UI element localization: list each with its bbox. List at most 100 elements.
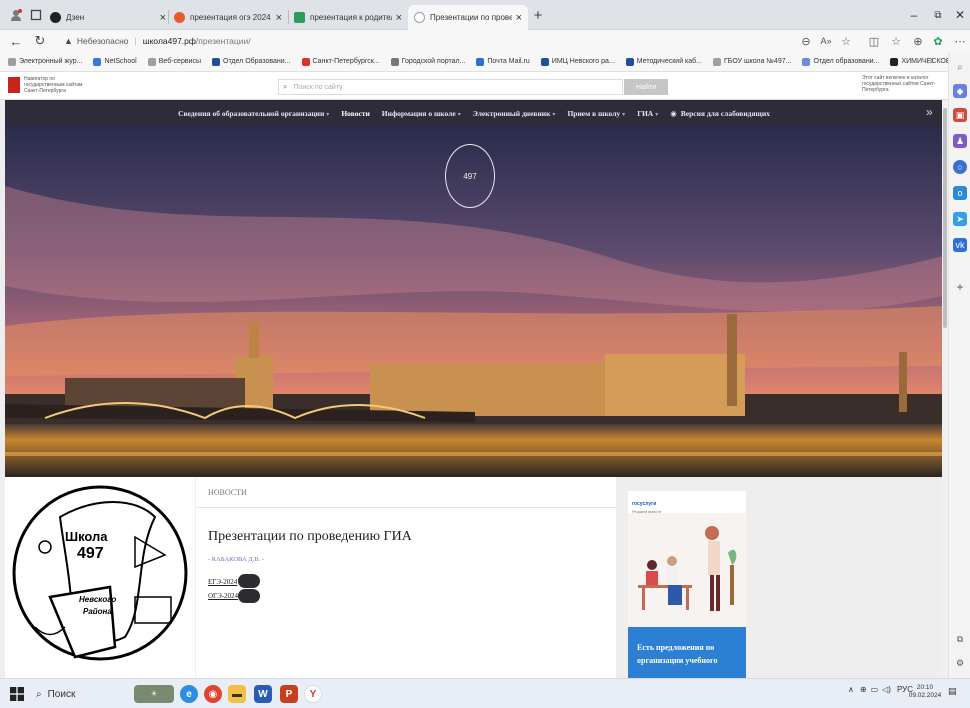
widgets-weather-icon[interactable]: ☀ <box>134 685 174 703</box>
tab-active-presentations-gia[interactable]: Презентации по проведению Г × <box>408 5 528 30</box>
nav-item[interactable]: Новости <box>341 109 369 118</box>
site-search-input[interactable]: ⌕ Поиск по сайту <box>278 79 623 95</box>
bookmark-item[interactable]: Санкт-Петербургск... <box>301 57 380 66</box>
split-screen-icon[interactable]: ◫ <box>866 33 882 49</box>
chevron-down-icon: ▾ <box>457 111 461 118</box>
article-author[interactable]: - КАБАКОВА Д.В. - <box>208 556 264 563</box>
chrome-taskbar-icon[interactable]: ◉ <box>204 685 222 703</box>
m365-sidebar-icon[interactable]: ○ <box>953 160 967 174</box>
gov-navigator-text[interactable]: Навигатор по государственным сайтам Санк… <box>24 76 94 94</box>
display-icon[interactable]: ▭ <box>871 685 879 694</box>
outlook-sidebar-icon[interactable]: o <box>953 186 967 200</box>
powerpoint-taskbar-icon[interactable]: P <box>280 685 298 703</box>
zoom-icon[interactable]: ⊖ <box>798 33 814 49</box>
word-taskbar-icon[interactable]: W <box>254 685 272 703</box>
scrollbar-thumb[interactable] <box>943 108 947 328</box>
close-tab-icon[interactable]: × <box>396 12 402 24</box>
spb-crest-icon[interactable] <box>8 77 20 93</box>
address-bar[interactable]: ▲ Небезопасно | школа497.рф /презентации… <box>56 32 864 50</box>
sidebar-widgets: госуслуги Решаем вместе Есть предложения… <box>617 477 753 678</box>
bookmark-item[interactable]: ИМЦ Невского ра... <box>540 57 615 66</box>
taskbar-search[interactable]: ⌕ Поиск <box>30 684 140 704</box>
read-aloud-icon[interactable]: A» <box>818 33 834 49</box>
nav-item[interactable]: Прием в школу ▾ <box>567 109 625 118</box>
settings-gear-icon[interactable]: ⚙ <box>953 656 967 670</box>
article-panel: НОВОСТИ Презентации по проведению ГИА - … <box>196 477 616 678</box>
hero-school-emblem: 497 <box>445 144 495 208</box>
catalog-note[interactable]: Этот сайт включен в каталог государствен… <box>862 75 946 93</box>
tab-presentation-parents[interactable]: презентация к родительскому с × <box>288 5 408 30</box>
bookmark-favicon-icon <box>301 57 310 66</box>
edge-taskbar-icon[interactable]: e <box>180 685 198 703</box>
add-sidebar-app-icon[interactable]: + <box>953 280 967 294</box>
logo-district-line2: Района <box>83 607 112 616</box>
bookmark-item[interactable]: Веб-сервисы <box>147 57 201 66</box>
bookmark-item[interactable]: NetSchool <box>93 57 137 66</box>
nav-item-label: Информация о школе <box>381 108 456 118</box>
share-sidebar-icon[interactable]: ⧉ <box>953 632 967 646</box>
file-explorer-icon[interactable]: ▬ <box>228 685 246 703</box>
yandex-favicon-icon <box>174 12 185 23</box>
vk-sidebar-icon[interactable]: vk <box>953 238 967 252</box>
clock[interactable]: 20:10 09.02.2024 <box>908 684 942 700</box>
gosuslugi-banner[interactable]: госуслуги Решаем вместе Есть предложения… <box>628 491 746 678</box>
search-button[interactable]: Найти <box>624 79 668 95</box>
search-sidebar-icon[interactable]: ⌕ <box>953 60 967 74</box>
telegram-sidebar-icon[interactable]: ➤ <box>953 212 967 226</box>
refresh-icon[interactable]: ↻ <box>32 33 48 49</box>
school-497-logo[interactable] <box>5 477 195 678</box>
bookmark-item[interactable]: Отдел образовани... <box>802 57 879 66</box>
restore-button[interactable]: ⧉ <box>926 6 950 24</box>
extension-icon[interactable]: ✿ <box>930 33 946 49</box>
chevron-up-icon[interactable]: ∧ <box>848 685 854 694</box>
nav-item[interactable]: Сведения об образовательной организации ▾ <box>178 109 329 118</box>
bookmarks-overflow-icon[interactable]: › <box>930 55 934 67</box>
double-chevron-down-icon[interactable]: » <box>926 105 933 119</box>
bookmark-item[interactable]: Методический каб... <box>625 57 702 66</box>
nav-item[interactable]: Электронный дневник ▾ <box>473 109 556 118</box>
bookmark-item[interactable]: ХИМИЧЕСКОЕ РАВ... <box>890 57 948 66</box>
system-tray[interactable]: ∧ ⊕ ▭ ◁) РУС <box>848 685 913 694</box>
school-logo-panel: Школа 497 Невского Района <box>5 477 195 678</box>
close-window-button[interactable]: ✕ <box>948 6 970 24</box>
bookmark-item[interactable]: ГБОУ школа №497... <box>713 57 791 66</box>
accessibility-version-link[interactable]: ◉ Версия для слабовидящих <box>670 109 770 118</box>
collections-icon[interactable]: ⊕ <box>910 33 926 49</box>
bookmark-favicon-icon <box>476 57 485 66</box>
yandex-browser-icon[interactable]: Y <box>304 685 322 703</box>
minimize-button[interactable]: – <box>902 6 926 24</box>
more-menu-icon[interactable]: ⋯ <box>952 33 968 49</box>
link-oge-2024[interactable]: ОГЭ-2024 <box>208 592 238 600</box>
profile-icon[interactable] <box>8 7 24 23</box>
back-arrow-icon[interactable]: ← <box>8 33 24 49</box>
volume-icon[interactable]: ◁) <box>882 685 891 694</box>
breadcrumb[interactable]: НОВОСТИ <box>208 488 247 497</box>
close-tab-icon[interactable]: × <box>516 12 522 24</box>
tab-label: презентация к родительскому с <box>310 13 392 22</box>
nav-item[interactable]: ГИА ▾ <box>637 109 658 118</box>
network-icon[interactable]: ⊕ <box>860 685 867 694</box>
bookmark-label: ХИМИЧЕСКОЕ РАВ... <box>901 58 948 65</box>
close-tab-icon[interactable]: × <box>160 12 166 24</box>
nav-item-label: Электронный дневник <box>472 108 551 118</box>
tab-presentation-oge[interactable]: презентация огэ 2024 для роди × <box>168 5 288 30</box>
bookmark-item[interactable]: Почта Mail.ru <box>476 57 530 66</box>
bookmark-item[interactable]: Отдел Образовани... <box>212 57 291 66</box>
bookmark-item[interactable]: Городской портал... <box>390 57 465 66</box>
nav-item[interactable]: Информация о школе ▾ <box>382 109 461 118</box>
bookmark-item[interactable]: Электронный жур... <box>8 57 82 66</box>
favorites-list-icon[interactable]: ☆ <box>888 33 904 49</box>
tab-dzen[interactable]: Дзен × <box>44 5 172 30</box>
notification-icon[interactable]: ▤ <box>948 686 962 700</box>
link-ege-2024[interactable]: ЕГЭ-2024 <box>208 578 237 586</box>
workspaces-icon[interactable] <box>28 7 44 23</box>
tag-sidebar-icon[interactable]: ◆ <box>953 84 967 98</box>
favorite-star-icon[interactable]: ☆ <box>838 33 854 49</box>
shopping-sidebar-icon[interactable]: ▣ <box>953 108 967 122</box>
bookmark-label: ИМЦ Невского ра... <box>551 58 615 65</box>
games-sidebar-icon[interactable]: ♟ <box>953 134 967 148</box>
bookmark-favicon-icon <box>8 57 16 66</box>
close-tab-icon[interactable]: × <box>276 12 282 24</box>
windows-start-icon[interactable] <box>10 687 24 701</box>
new-tab-button[interactable]: + <box>530 7 546 24</box>
